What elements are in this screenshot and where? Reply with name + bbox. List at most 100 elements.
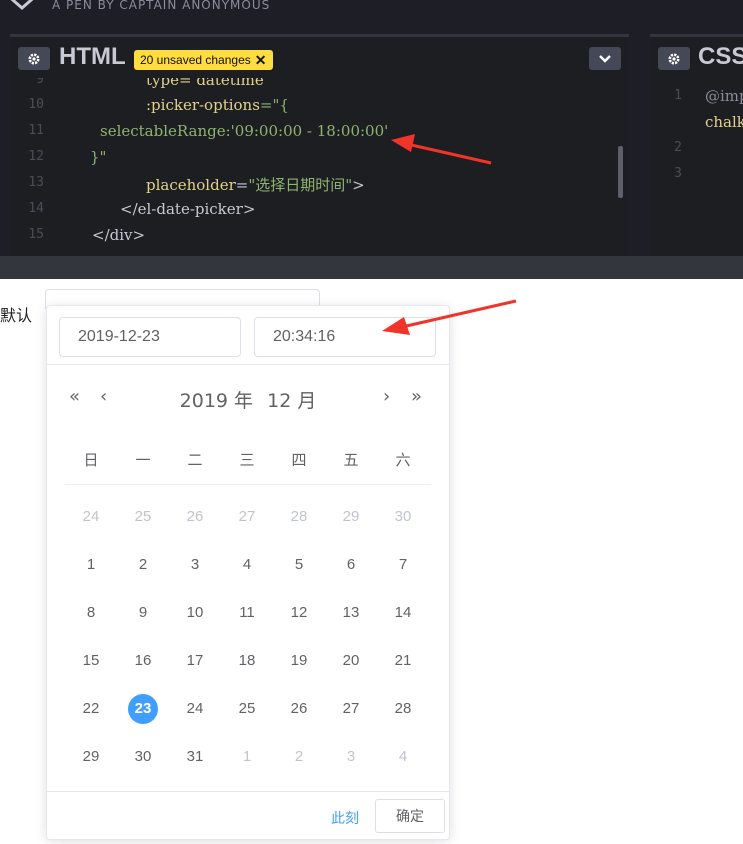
- editor-scrollbar[interactable]: [618, 146, 623, 198]
- day-cell[interactable]: 28: [273, 493, 325, 541]
- day-cell[interactable]: 3: [169, 541, 221, 589]
- css-code-editor[interactable]: 1 2 3 @impo chalk: [650, 78, 743, 256]
- html-code-editor[interactable]: 9 10 11 12 13 14 15 type= datetime :pick…: [10, 78, 629, 256]
- line-number: 13: [28, 175, 44, 190]
- day-cell[interactable]: 29: [325, 493, 377, 541]
- line-number-gutter: 9 10 11 12 13 14 15: [10, 78, 44, 256]
- day-cell[interactable]: 18: [221, 637, 273, 685]
- day-cell[interactable]: 16: [117, 637, 169, 685]
- day-cell[interactable]: 17: [169, 637, 221, 685]
- day-number: 23: [128, 694, 158, 724]
- day-cell[interactable]: 13: [325, 589, 377, 637]
- day-cell[interactable]: 10: [169, 589, 221, 637]
- line-number: 11: [28, 123, 44, 138]
- day-cell[interactable]: 5: [273, 541, 325, 589]
- day-cell[interactable]: 25: [221, 685, 273, 733]
- day-cell[interactable]: 14: [377, 589, 429, 637]
- day-cell[interactable]: 8: [65, 589, 117, 637]
- day-number: 25: [134, 508, 152, 525]
- code-line: chalk: [705, 113, 743, 131]
- day-number: 29: [342, 508, 360, 525]
- line-number: 12: [28, 149, 44, 164]
- day-cell-selected[interactable]: 23: [117, 685, 169, 733]
- close-icon[interactable]: ✕: [255, 50, 267, 70]
- day-cell[interactable]: 2: [273, 733, 325, 781]
- day-cell[interactable]: 2: [117, 541, 169, 589]
- day-grid: 24 25 26 27 28 29 30 1 2 3 4 5 6 7 8 9 10 11 12 13 14 15 16 17 1…: [65, 493, 429, 781]
- day-number: 27: [342, 700, 360, 717]
- weekday-label: 六: [395, 451, 411, 469]
- day-cell[interactable]: 11: [221, 589, 273, 637]
- chevron-down-icon: [599, 54, 611, 63]
- day-number: 1: [86, 556, 96, 573]
- now-button[interactable]: 此刻: [331, 808, 359, 828]
- day-cell[interactable]: 30: [377, 493, 429, 541]
- day-cell[interactable]: 27: [325, 685, 377, 733]
- next-month-button[interactable]: ›: [383, 386, 390, 407]
- code-attr: placeholder: [146, 176, 236, 194]
- html-panel-header: HTML 20 unsaved changes ✕: [10, 34, 629, 78]
- year-label[interactable]: 2019 年: [180, 390, 253, 412]
- day-number: 11: [239, 604, 255, 621]
- day-cell[interactable]: 19: [273, 637, 325, 685]
- day-number: 12: [290, 604, 308, 621]
- codepen-logo-icon: [10, 0, 34, 10]
- day-number: 28: [290, 508, 308, 525]
- unsaved-changes-badge[interactable]: 20 unsaved changes ✕: [134, 50, 273, 70]
- html-settings-button[interactable]: [18, 47, 50, 70]
- day-cell[interactable]: 25: [117, 493, 169, 541]
- day-cell[interactable]: 21: [377, 637, 429, 685]
- day-cell[interactable]: 12: [273, 589, 325, 637]
- month-label[interactable]: 12 月: [267, 390, 316, 412]
- day-cell[interactable]: 20: [325, 637, 377, 685]
- codepen-editor-area: A PEN BY CAPTAIN ANONYMOUS HTML 20 unsav…: [0, 0, 743, 279]
- date-input[interactable]: 2019-12-23: [59, 317, 241, 357]
- day-cell[interactable]: 6: [325, 541, 377, 589]
- day-number: 16: [134, 652, 152, 669]
- weekday-label: 日: [83, 451, 99, 469]
- day-number: 24: [82, 508, 100, 525]
- day-cell[interactable]: 9: [117, 589, 169, 637]
- footer-divider: [47, 791, 449, 792]
- day-cell[interactable]: 7: [377, 541, 429, 589]
- day-number: 26: [186, 508, 204, 525]
- day-number: 29: [82, 748, 100, 765]
- html-panel-menu-button[interactable]: [589, 47, 621, 70]
- day-cell[interactable]: 26: [169, 493, 221, 541]
- day-cell[interactable]: 29: [65, 733, 117, 781]
- day-number: 15: [82, 652, 100, 669]
- day-cell[interactable]: 4: [377, 733, 429, 781]
- day-cell[interactable]: 3: [325, 733, 377, 781]
- day-number: 17: [186, 652, 204, 669]
- day-number: 6: [346, 556, 356, 573]
- css-settings-button[interactable]: [658, 47, 690, 70]
- day-cell[interactable]: 30: [117, 733, 169, 781]
- line-number: 9: [36, 78, 44, 87]
- day-cell[interactable]: 15: [65, 637, 117, 685]
- day-cell[interactable]: 28: [377, 685, 429, 733]
- day-cell[interactable]: 1: [221, 733, 273, 781]
- confirm-button[interactable]: 确定: [375, 799, 445, 833]
- editor-resize-bar[interactable]: [0, 256, 743, 279]
- day-cell[interactable]: 22: [65, 685, 117, 733]
- day-number: 27: [238, 508, 256, 525]
- day-cell[interactable]: 4: [221, 541, 273, 589]
- code-attr: :picker-options: [146, 96, 260, 114]
- day-number: 14: [394, 604, 412, 621]
- day-cell[interactable]: 31: [169, 733, 221, 781]
- day-number: 2: [294, 748, 304, 765]
- css-editor-panel: CSS 1 2 3 @impo chalk: [650, 34, 743, 256]
- day-cell[interactable]: 26: [273, 685, 325, 733]
- weekday-divider: [65, 484, 431, 485]
- code-equals: =: [235, 176, 249, 194]
- day-cell[interactable]: 27: [221, 493, 273, 541]
- day-number: 9: [138, 604, 148, 621]
- day-number: 18: [238, 652, 256, 669]
- day-cell[interactable]: 1: [65, 541, 117, 589]
- gear-icon: [668, 53, 680, 64]
- next-year-button[interactable]: »: [411, 386, 422, 407]
- weekday-label: 二: [187, 451, 203, 469]
- day-cell[interactable]: 24: [169, 685, 221, 733]
- day-cell[interactable]: 24: [65, 493, 117, 541]
- line-number: 14: [28, 201, 44, 216]
